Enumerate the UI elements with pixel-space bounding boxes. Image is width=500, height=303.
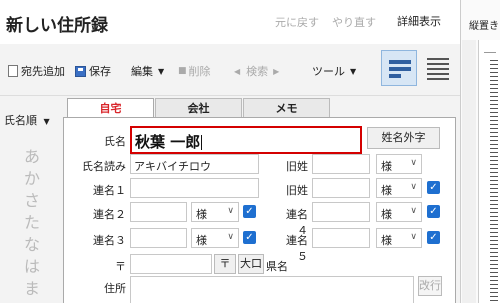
prefecture-label: 県名 [266,260,288,273]
edit-label: 編集 [131,65,153,78]
name-value: 秋葉 一郎 [135,133,201,151]
name-external-char-button[interactable]: 姓名外字 [367,127,440,149]
caret-down-icon: ▼ [43,117,50,126]
tab-home[interactable]: 自宅 [67,98,154,119]
renmei1-old-surname-label: 旧姓 [286,184,308,197]
caret-down-icon: ▼ [158,66,165,76]
renmei1-label: 連名１ [93,184,126,197]
chevron-down-icon: ∨ [410,206,417,216]
delete-button[interactable]: ■ 削除 [178,63,211,79]
sort-order-label: 氏名順 [4,114,37,127]
name-label: 氏名 [104,135,126,148]
renmei1-honorific-select[interactable]: 様 ∨ [376,178,422,198]
add-recipient-button[interactable]: 宛先追加 [8,63,65,79]
renmei4-checkbox[interactable]: ✓ [427,205,440,218]
search-label: 検索 [246,65,269,78]
edit-menu[interactable]: 編集 ▼ [131,63,164,79]
old-surname-label: 旧姓 [286,160,308,173]
kana-index-ha[interactable]: は [24,253,40,277]
card-view-button[interactable] [381,50,417,86]
tab-company[interactable]: 会社 [155,98,242,118]
postal-lookup-button[interactable]: 〒 [214,254,236,274]
add-recipient-label: 宛先追加 [21,65,65,78]
postal-mark-label: 〒 [115,260,126,273]
renmei2-honorific-select[interactable]: 様 ∨ [191,202,239,222]
renmei5-input[interactable] [312,228,370,248]
renmei4-honorific-select[interactable]: 様 ∨ [376,202,422,222]
reading-input[interactable]: アキバイチロウ [130,154,259,174]
new-document-icon [8,65,18,77]
kana-index-ma[interactable]: ま [24,275,40,299]
renmei4-input[interactable] [312,202,370,222]
kana-index-ka[interactable]: か [24,165,40,189]
postal-code-input[interactable] [130,254,212,274]
renmei2-checkbox[interactable]: ✓ [243,205,256,218]
large-office-button[interactable]: 大口 [238,254,264,274]
tools-menu[interactable]: ツール ▼ [312,63,356,79]
kana-index-a[interactable]: あ [24,143,40,167]
side-panel-ruler [490,60,498,303]
save-button[interactable]: 保存 [75,63,111,79]
chevron-down-icon: ∨ [227,232,234,242]
honorific-select[interactable]: 様 ∨ [376,154,422,174]
kana-index-ta[interactable]: た [24,209,40,233]
redo-button[interactable]: やり直す [332,14,376,30]
sort-order-dropdown[interactable]: 氏名順 ▼ [4,112,50,128]
old-surname-input[interactable] [312,154,370,174]
renmei3-label: 連名３ [93,234,126,247]
tools-label: ツール [312,65,345,78]
save-icon [75,65,86,77]
delete-label: 削除 [188,65,211,78]
reading-label: 氏名読み [82,160,126,173]
title-bar: 新しい住所録 元に戻す やり直す 詳細表示 [0,0,460,44]
honorific-value: 様 [381,160,392,173]
list-view-button[interactable] [423,50,453,86]
detail-view-button[interactable]: 詳細表示 [397,13,441,29]
renmei3-honorific-select[interactable]: 様 ∨ [191,228,239,248]
save-label: 保存 [89,65,111,78]
side-panel-scrollbar[interactable] [462,40,476,303]
chevron-left-icon: ◀ [234,66,241,76]
renmei3-checkbox[interactable]: ✓ [243,231,256,244]
newline-button[interactable]: 改行 [418,276,442,296]
renmei5-honorific-select[interactable]: 様 ∨ [376,228,422,248]
chevron-down-icon: ∨ [410,158,417,168]
toolbar: 宛先追加 保存 編集 ▼ ■ 削除 ◀ 検索 ▶ ツール ▼ [0,44,460,96]
search-button[interactable]: ◀ 検索 ▶ [234,63,279,79]
caret-down-icon: ▼ [350,66,357,76]
side-panel-title: 縦置き [469,21,499,32]
renmei3-input[interactable] [130,228,187,248]
renmei2-label: 連名２ [93,208,126,221]
undo-button[interactable]: 元に戻す [275,14,319,30]
address-input[interactable] [130,276,414,303]
tab-memo[interactable]: メモ [243,98,330,118]
renmei1-input[interactable] [130,178,259,198]
app-title: 新しい住所録 [6,16,108,36]
renmei1-checkbox[interactable]: ✓ [427,181,440,194]
name-input[interactable]: 秋葉 一郎 [130,126,362,154]
address-book-window: 新しい住所録 元に戻す やり直す 詳細表示 宛先追加 保存 編集 ▼ ■ 削除 … [0,0,460,303]
delete-icon: ■ [178,66,187,76]
renmei5-checkbox[interactable]: ✓ [427,231,440,244]
chevron-right-icon: ▶ [273,66,280,76]
renmei1-old-surname-input[interactable] [312,178,370,198]
kana-index-sa[interactable]: さ [24,187,40,211]
chevron-down-icon: ∨ [410,182,417,192]
address-label: 住所 [104,282,126,295]
chevron-down-icon: ∨ [410,232,417,242]
chevron-down-icon: ∨ [227,206,234,216]
renmei2-input[interactable] [130,202,187,222]
kana-index-na[interactable]: な [24,231,40,255]
